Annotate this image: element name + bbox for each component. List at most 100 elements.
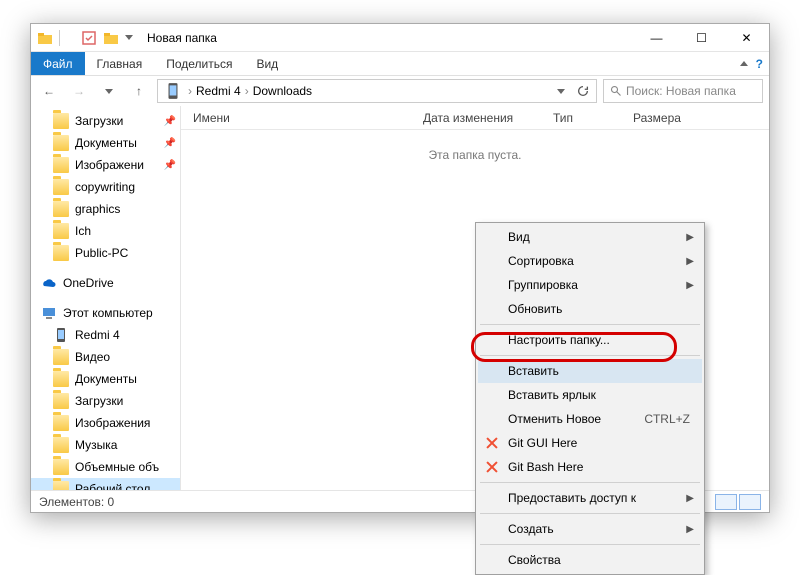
chevron-right-icon[interactable]: › <box>186 84 194 98</box>
separator <box>480 482 700 483</box>
column-size[interactable]: Размера <box>621 111 701 125</box>
folder-icon <box>53 201 69 217</box>
ctx-item-git-bash[interactable]: Git Bash Here <box>478 455 702 479</box>
folder-icon <box>53 349 69 365</box>
breadcrumb[interactable]: Redmi 4 <box>194 84 243 98</box>
qat-separator <box>59 30 75 46</box>
git-icon <box>484 435 500 451</box>
ctx-item-customize[interactable]: Настроить папку... <box>478 328 702 352</box>
sidebar-item[interactable]: Ich <box>31 220 180 242</box>
sidebar-item-thispc[interactable]: Этот компьютер <box>31 302 180 324</box>
folder-icon <box>53 371 69 387</box>
pin-icon: 📌 <box>164 138 176 149</box>
phone-icon <box>53 327 69 343</box>
ribbon: Файл Главная Поделиться Вид ? <box>31 52 769 76</box>
shortcut-label: CTRL+Z <box>644 412 690 426</box>
sidebar-item-desktop[interactable]: Рабочий стол <box>31 478 180 490</box>
onedrive-icon <box>41 275 57 291</box>
sidebar-item[interactable]: Видео <box>31 346 180 368</box>
search-input[interactable]: Поиск: Новая папка <box>603 79 763 103</box>
column-headers: Имени Дата изменения Тип Размера <box>181 106 769 130</box>
search-placeholder: Поиск: Новая папка <box>626 84 736 98</box>
folder-icon <box>53 481 69 490</box>
folder-icon <box>53 223 69 239</box>
ctx-item-properties[interactable]: Свойства <box>478 548 702 572</box>
back-button[interactable]: ← <box>37 79 61 103</box>
sidebar-item-onedrive[interactable]: OneDrive <box>31 272 180 294</box>
properties-icon[interactable] <box>81 30 97 46</box>
ribbon-tab-file[interactable]: Файл <box>31 52 85 75</box>
ribbon-expand-icon[interactable] <box>740 61 748 66</box>
chevron-right-icon: ▶ <box>686 232 694 243</box>
sidebar-item[interactable]: Изображения <box>31 412 180 434</box>
separator <box>480 544 700 545</box>
folder-icon <box>53 157 69 173</box>
recent-dropdown[interactable] <box>97 79 121 103</box>
sidebar-item[interactable]: Документы <box>31 368 180 390</box>
qat-dropdown-icon[interactable] <box>125 35 133 40</box>
ctx-item-paste-shortcut[interactable]: Вставить ярлык <box>478 383 702 407</box>
folder-icon <box>53 135 69 151</box>
folder-icon <box>53 437 69 453</box>
minimize-button[interactable]: — <box>634 24 679 52</box>
close-button[interactable]: ✕ <box>724 24 769 52</box>
sidebar-item[interactable]: Загрузки <box>31 390 180 412</box>
chevron-right-icon[interactable]: › <box>243 84 251 98</box>
context-menu: Вид▶ Сортировка▶ Группировка▶ Обновить Н… <box>475 222 705 575</box>
ctx-item-git-gui[interactable]: Git GUI Here <box>478 431 702 455</box>
maximize-button[interactable]: ☐ <box>679 24 724 52</box>
pc-icon <box>41 305 57 321</box>
sidebar-item[interactable]: Загрузки📌 <box>31 110 180 132</box>
column-type[interactable]: Тип <box>541 111 621 125</box>
chevron-right-icon: ▶ <box>686 280 694 291</box>
breadcrumb[interactable]: Downloads <box>251 84 314 98</box>
help-icon[interactable]: ? <box>756 57 763 71</box>
column-name[interactable]: Имени <box>181 111 411 125</box>
sidebar-item[interactable]: Redmi 4 <box>31 324 180 346</box>
address-dropdown-icon[interactable] <box>550 84 572 98</box>
ribbon-tab-view[interactable]: Вид <box>244 52 290 75</box>
sidebar-item[interactable]: Музыка <box>31 434 180 456</box>
up-button[interactable]: ↑ <box>127 79 151 103</box>
sidebar-item[interactable]: graphics <box>31 198 180 220</box>
sidebar-item[interactable]: copywriting <box>31 176 180 198</box>
column-date[interactable]: Дата изменения <box>411 111 541 125</box>
pin-icon: 📌 <box>164 116 176 127</box>
chevron-right-icon: ▶ <box>686 524 694 535</box>
phone-icon <box>164 82 182 100</box>
sidebar-item[interactable]: Изображени📌 <box>31 154 180 176</box>
separator <box>480 355 700 356</box>
ctx-item-group[interactable]: Группировка▶ <box>478 273 702 297</box>
ctx-item-share[interactable]: Предоставить доступ к▶ <box>478 486 702 510</box>
ctx-item-view[interactable]: Вид▶ <box>478 225 702 249</box>
quick-access-toolbar <box>31 30 139 46</box>
folder-icon <box>53 393 69 409</box>
chevron-right-icon: ▶ <box>686 256 694 267</box>
ctx-item-sort[interactable]: Сортировка▶ <box>478 249 702 273</box>
ribbon-tab-share[interactable]: Поделиться <box>154 52 244 75</box>
ribbon-tab-home[interactable]: Главная <box>85 52 155 75</box>
view-large-button[interactable] <box>739 494 761 510</box>
ctx-item-paste[interactable]: Вставить <box>478 359 702 383</box>
search-icon <box>610 85 622 97</box>
sidebar-item[interactable]: Документы📌 <box>31 132 180 154</box>
folder-icon <box>53 113 69 129</box>
new-folder-icon[interactable] <box>103 30 119 46</box>
address-bar[interactable]: › Redmi 4 › Downloads <box>157 79 597 103</box>
sidebar-item[interactable]: Объемные объ <box>31 456 180 478</box>
view-details-button[interactable] <box>715 494 737 510</box>
refresh-icon[interactable] <box>572 84 594 98</box>
navigation-pane[interactable]: Загрузки📌 Документы📌 Изображени📌 copywri… <box>31 106 181 490</box>
status-item-count: Элементов: 0 <box>39 495 114 509</box>
window-title: Новая папка <box>139 31 634 45</box>
titlebar: Новая папка — ☐ ✕ <box>31 24 769 52</box>
folder-icon <box>53 459 69 475</box>
ctx-item-create[interactable]: Создать▶ <box>478 517 702 541</box>
sidebar-item[interactable]: Public-PC <box>31 242 180 264</box>
ctx-item-undo[interactable]: Отменить НовоеCTRL+Z <box>478 407 702 431</box>
ctx-item-refresh[interactable]: Обновить <box>478 297 702 321</box>
folder-icon <box>53 179 69 195</box>
forward-button[interactable]: → <box>67 79 91 103</box>
pin-icon: 📌 <box>164 160 176 171</box>
separator <box>480 324 700 325</box>
